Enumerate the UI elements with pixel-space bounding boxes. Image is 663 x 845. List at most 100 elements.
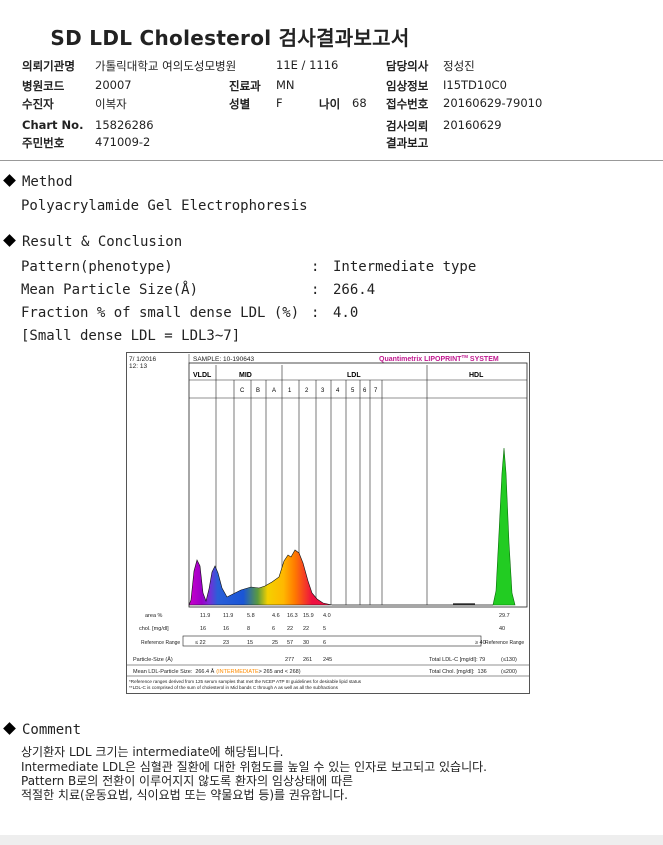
request-date-value: 20160629 bbox=[443, 118, 502, 132]
pattern-label: Pattern(phenotype) bbox=[21, 259, 173, 275]
table-cell: 15.9 bbox=[303, 613, 314, 619]
hdl-peak bbox=[492, 447, 516, 606]
lp-date: 7/ 1/2016 bbox=[129, 356, 156, 363]
table-cell: 8 bbox=[247, 626, 250, 632]
ref-cell: 57 bbox=[287, 640, 293, 646]
method-text: Polyacrylamide Gel Electrophoresis bbox=[21, 198, 308, 214]
resident-no-value: 471009-2 bbox=[95, 135, 151, 149]
particle-size-cell: 245 bbox=[323, 657, 332, 663]
size-colon: : bbox=[311, 282, 320, 298]
lp-ref-label: Reference Range bbox=[141, 640, 180, 646]
band-label: 6 bbox=[363, 388, 367, 394]
particle-size-cell: 261 bbox=[303, 657, 312, 663]
table-cell: 4.6 bbox=[272, 613, 280, 619]
report-date-label: 결과보고 bbox=[386, 136, 429, 150]
sex-value: F bbox=[276, 96, 283, 110]
table-cell: 6 bbox=[272, 626, 275, 632]
lp-time: 12: 13 bbox=[129, 363, 147, 370]
lp-particle-size-label: Particle-Size (Å) bbox=[133, 656, 173, 663]
lp-brand: Quantimetrix LIPOPRINTTM SYSTEM bbox=[379, 354, 499, 363]
table-cell: 22 bbox=[287, 626, 293, 632]
band-label: 2 bbox=[305, 388, 309, 394]
lp-footnote-2: **LDL-C is comprised of the sum of chole… bbox=[129, 685, 339, 690]
group-ldl: LDL bbox=[347, 372, 361, 379]
lp-total-ldlc: Total LDL-C [mg/dl]: 79 bbox=[429, 657, 485, 663]
header-divider bbox=[0, 160, 663, 161]
band-grid bbox=[215, 380, 428, 605]
fraction-label: Fraction % of small dense LDL (%) bbox=[21, 305, 300, 321]
hospital-code-label: 병원코드 bbox=[22, 79, 65, 93]
dept-label: 진료과 bbox=[229, 79, 261, 93]
group-mid: MID bbox=[239, 372, 252, 379]
small-dense-note: [Small dense LDL = LDL3~7] bbox=[21, 328, 241, 344]
chart-no-value: 15826286 bbox=[95, 118, 154, 132]
lp-footnote-1: *Reference ranges derived from 125 serum… bbox=[129, 679, 362, 684]
table-cell: 5 bbox=[323, 626, 326, 632]
ref-cell: 30 bbox=[303, 640, 309, 646]
table-cell: 40 bbox=[499, 626, 505, 632]
lp-total-ldlc-ref: (≤130) bbox=[501, 657, 517, 663]
diamond-bullet-icon bbox=[3, 174, 16, 187]
lp-total-chol: Total Chol. [mg/dl]: 136 bbox=[429, 669, 487, 675]
table-cell: 16.3 bbox=[287, 613, 298, 619]
table-cell: 5.8 bbox=[247, 613, 255, 619]
size-value: 266.4 bbox=[333, 282, 376, 298]
table-cell: 4.0 bbox=[323, 613, 331, 619]
ref-cell: 23 bbox=[223, 640, 229, 646]
pattern-colon: : bbox=[311, 259, 320, 275]
ward-value: 11E / 1116 bbox=[276, 58, 339, 72]
lp-ref-label-right: Reference Range bbox=[485, 640, 524, 646]
patient-value: 이복자 bbox=[95, 97, 127, 111]
institution-label: 의뢰기관명 bbox=[22, 59, 75, 73]
band-label: 4 bbox=[336, 388, 340, 394]
lp-total-chol-ref: (≤200) bbox=[501, 669, 517, 675]
band-label: B bbox=[256, 388, 260, 394]
report-title: SD LDL Cholesterol 검사결과보고서 bbox=[50, 26, 410, 50]
lp-sample: SAMPLE: 10-190643 bbox=[193, 356, 254, 363]
table-cell: 16 bbox=[223, 626, 229, 632]
doctor-label: 담당의사 bbox=[386, 59, 429, 73]
group-vldl: VLDL bbox=[193, 372, 212, 379]
chart-no-label: Chart No. bbox=[22, 118, 84, 132]
particle-size-cell: 277 bbox=[285, 657, 294, 663]
band-label: C bbox=[240, 388, 245, 394]
band-label: 5 bbox=[351, 388, 355, 394]
age-value: 68 bbox=[352, 96, 367, 110]
pattern-value: Intermediate type bbox=[333, 259, 477, 275]
page-bottom-bar bbox=[0, 835, 663, 845]
lp-mean-size: Mean LDL-Particle Size: 266.4 Å (INTERMEDI… bbox=[133, 668, 301, 675]
diamond-bullet-icon bbox=[3, 234, 16, 247]
ref-cell: ≤ 22 bbox=[195, 640, 206, 646]
group-hdl: HDL bbox=[469, 372, 484, 379]
fraction-colon: : bbox=[311, 305, 320, 321]
resident-no-label: 주민번호 bbox=[22, 136, 65, 150]
band-label: 7 bbox=[374, 388, 378, 394]
ref-cell: 25 bbox=[272, 640, 278, 646]
result-heading: Result & Conclusion bbox=[2, 234, 182, 250]
ref-cell: 6 bbox=[323, 640, 326, 646]
clinical-label: 임상정보 bbox=[386, 79, 429, 93]
sex-label: 성별 bbox=[229, 97, 251, 111]
comment-line-4: 적절한 치료(운동요법, 식이요법 또는 약물요법 등)를 권유합니다. bbox=[21, 788, 348, 802]
table-cell: 29.7 bbox=[499, 613, 510, 619]
request-date-label: 검사의뢰 bbox=[386, 119, 429, 133]
doctor-value: 정성진 bbox=[443, 59, 475, 73]
ldl-electrophoresis-curve bbox=[188, 549, 333, 606]
patient-label: 수진자 bbox=[22, 97, 54, 111]
dept-value: MN bbox=[276, 78, 295, 92]
ref-cell: 15 bbox=[247, 640, 253, 646]
band-label: A bbox=[272, 388, 276, 394]
lp-area-label: area % bbox=[145, 613, 163, 619]
table-cell: 16 bbox=[200, 626, 206, 632]
age-label: 나이 bbox=[319, 97, 341, 111]
comment-heading: Comment bbox=[2, 722, 81, 738]
hospital-code-value: 20007 bbox=[95, 78, 132, 92]
diamond-bullet-icon bbox=[3, 722, 16, 735]
lp-table: area % 11.9 11.9 5.8 4.6 16.3 15.9 4.0 29.7 cho… bbox=[129, 613, 524, 690]
lipoprint-report-image: 7/ 1/2016 12: 13 SAMPLE: 10-190643 Quant… bbox=[126, 352, 530, 694]
band-label: 1 bbox=[288, 388, 292, 394]
size-label: Mean Particle Size(Å) bbox=[21, 282, 199, 298]
band-label: 3 bbox=[321, 388, 325, 394]
receipt-value: 20160629-79010 bbox=[443, 96, 543, 110]
table-cell: 11.9 bbox=[223, 613, 233, 619]
